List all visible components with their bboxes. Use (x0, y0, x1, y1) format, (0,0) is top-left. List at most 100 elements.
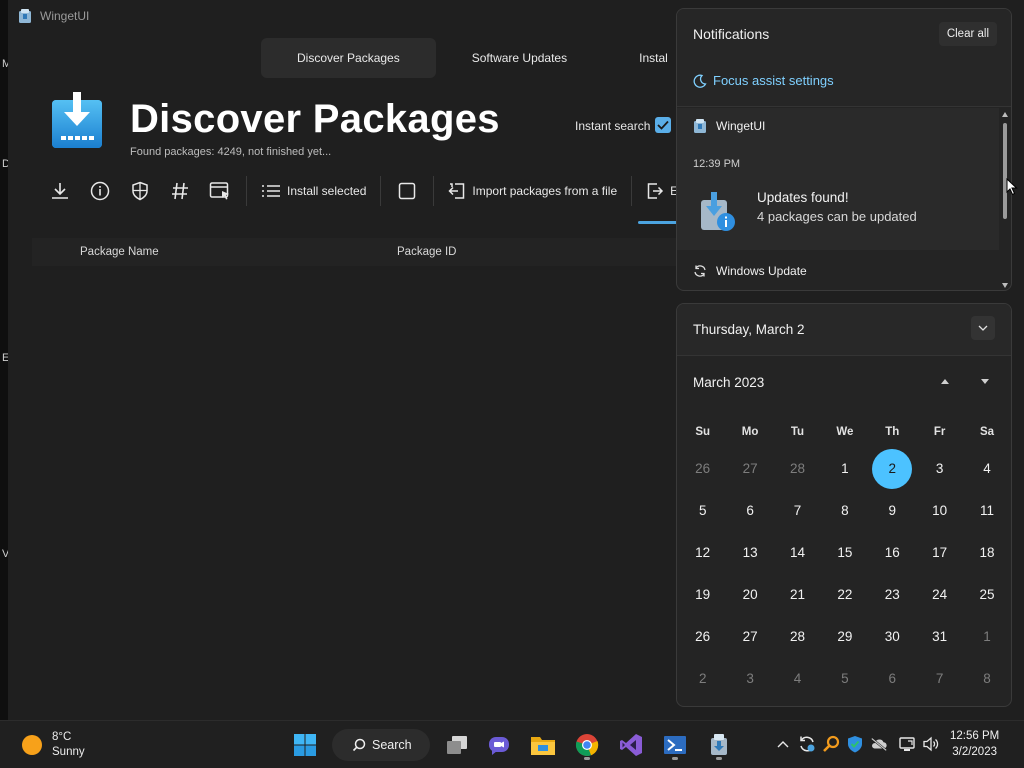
calendar-day-number: 2 (872, 449, 913, 489)
start-button[interactable] (288, 729, 322, 761)
wingetui-taskbar-button[interactable] (702, 729, 736, 761)
taskbar-search[interactable]: Search (332, 729, 430, 761)
calendar-day[interactable]: 7 (774, 491, 821, 531)
chat-button[interactable] (482, 729, 516, 761)
calendar-day[interactable]: 15 (821, 533, 868, 573)
install-button[interactable] (40, 174, 80, 208)
calendar-day[interactable]: 4 (774, 659, 821, 699)
calendar-day-number: 31 (932, 629, 948, 644)
weekday-header-row: Su Mo Tu We Th Fr Sa (679, 416, 1011, 448)
calendar-day[interactable]: 29 (821, 617, 868, 657)
calendar-day[interactable]: 18 (963, 533, 1010, 573)
focus-assist-link[interactable]: Focus assist settings (693, 73, 834, 88)
calendar-day[interactable]: 14 (774, 533, 821, 573)
calendar-day[interactable]: 25 (963, 575, 1010, 615)
search-label: Search (372, 738, 412, 752)
tab-software-updates[interactable]: Software Updates (436, 38, 603, 78)
calendar-day[interactable]: 26 (679, 449, 726, 489)
calendar-day[interactable]: 21 (774, 575, 821, 615)
visual-studio-button[interactable] (614, 729, 648, 761)
calendar-day-number: 27 (742, 461, 758, 476)
calendar-day[interactable]: 30 (869, 617, 916, 657)
calendar-day[interactable]: 3 (916, 449, 963, 489)
notification-group-windows-update[interactable]: Windows Update (693, 264, 807, 278)
select-all-checkbox[interactable] (387, 174, 427, 208)
volume-button[interactable] (922, 735, 940, 753)
column-header-package-name[interactable]: Package Name (80, 246, 159, 258)
calendar-day[interactable]: 13 (726, 533, 773, 573)
calendar-day[interactable]: 3 (726, 659, 773, 699)
notification-app-row: WingetUI (693, 118, 765, 134)
calendar-day[interactable]: 31 (916, 617, 963, 657)
tray-search-button[interactable] (822, 735, 840, 753)
clear-all-button[interactable]: Clear all (938, 22, 997, 46)
calendar-day[interactable]: 22 (821, 575, 868, 615)
calendar-day[interactable]: 23 (869, 575, 916, 615)
calendar-day[interactable]: 1 (821, 449, 868, 489)
calendar-day[interactable]: 28 (774, 449, 821, 489)
calendar-day[interactable]: 16 (869, 533, 916, 573)
title-bar[interactable]: WingetUI (8, 0, 89, 32)
network-button[interactable] (898, 735, 916, 753)
column-header-package-id[interactable]: Package ID (397, 246, 456, 258)
powershell-button[interactable] (658, 729, 692, 761)
calendar-day[interactable]: 9 (869, 491, 916, 531)
calendar-day[interactable]: 11 (963, 491, 1010, 531)
show-hidden-icons-button[interactable] (774, 735, 792, 753)
calendar-day[interactable]: 27 (726, 617, 773, 657)
notification-group-wingetui[interactable]: WingetUI 12:39 PM Updates found! 4 packa… (677, 108, 999, 250)
calendar-day[interactable]: 27 (726, 449, 773, 489)
taskbar-clock[interactable]: 12:56 PM 3/2/2023 (950, 728, 999, 760)
calendar-day[interactable]: 8 (821, 491, 868, 531)
calendar-week-row: 19 20 21 22 23 24 25 (679, 574, 1011, 616)
tab-discover-packages[interactable]: Discover Packages (261, 38, 436, 78)
calendar-day[interactable]: 24 (916, 575, 963, 615)
calendar-day[interactable]: 20 (726, 575, 773, 615)
calendar-day[interactable]: 17 (916, 533, 963, 573)
package-info-button[interactable] (80, 174, 120, 208)
updates-package-icon (701, 192, 735, 231)
sync-icon (694, 265, 706, 277)
calendar-day[interactable]: 26 (679, 617, 726, 657)
calendar-day[interactable]: 8 (963, 659, 1010, 699)
calendar-day[interactable]: 5 (821, 659, 868, 699)
calendar-day-today[interactable]: 2 (869, 449, 916, 489)
import-packages-button[interactable]: Import packages from a file (440, 174, 625, 208)
install-selected-button[interactable]: Install selected (253, 174, 374, 208)
shield-icon (132, 181, 148, 201)
calendar-day[interactable]: 6 (726, 491, 773, 531)
calendar-day[interactable]: 2 (679, 659, 726, 699)
next-month-arrow-icon[interactable] (979, 376, 991, 386)
calendar-day[interactable]: 19 (679, 575, 726, 615)
chrome-button[interactable] (570, 729, 604, 761)
calendar-day[interactable]: 1 (963, 617, 1010, 657)
toolbar: Install selected Import packages from a … (40, 174, 705, 208)
tray-sync-button[interactable] (798, 735, 816, 753)
calendar-day[interactable]: 7 (916, 659, 963, 699)
calendar-day-number: 29 (837, 629, 853, 644)
discover-download-icon (52, 92, 102, 148)
calendar-day[interactable]: 6 (869, 659, 916, 699)
calendar-day[interactable]: 4 (963, 449, 1010, 489)
run-as-admin-button[interactable] (120, 174, 160, 208)
select-version-button[interactable] (160, 174, 200, 208)
calendar-day-number: 18 (979, 545, 995, 560)
file-explorer-button[interactable] (526, 729, 560, 761)
weather-widget[interactable]: 8°C Sunny (22, 730, 85, 760)
previous-month-arrow-icon[interactable] (939, 376, 951, 386)
running-indicator (716, 757, 722, 760)
onedrive-button[interactable] (870, 735, 888, 753)
windows-security-button[interactable] (846, 735, 864, 753)
calendar-collapse-button[interactable] (971, 316, 995, 340)
notification-scrollbar[interactable] (1001, 111, 1009, 289)
calendar-day[interactable]: 28 (774, 617, 821, 657)
calendar-day[interactable]: 5 (679, 491, 726, 531)
calendar-day[interactable]: 10 (916, 491, 963, 531)
window-title: WingetUI (40, 9, 90, 23)
instant-search-checkbox[interactable] (655, 117, 671, 133)
calendar-day-number: 28 (789, 629, 805, 644)
task-view-button[interactable] (440, 729, 474, 761)
calendar-month-label[interactable]: March 2023 (693, 375, 764, 390)
calendar-day[interactable]: 12 (679, 533, 726, 573)
interactive-install-button[interactable] (200, 174, 240, 208)
